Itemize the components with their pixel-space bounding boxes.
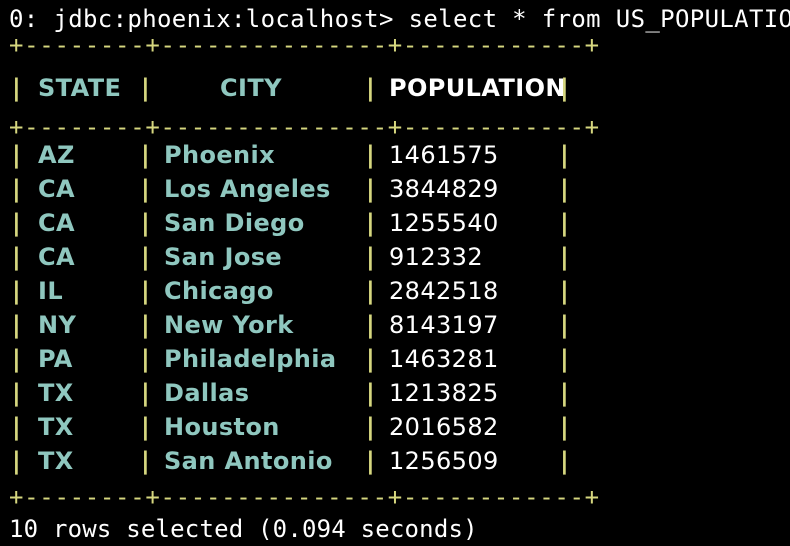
- table-row: | PA | Philadelphia | 1463281 |: [0, 342, 790, 376]
- population-cell: 1255540: [389, 209, 499, 237]
- table-bottom-border: +--------+---------------+------------+: [9, 483, 600, 511]
- column-separator: |: [12, 243, 21, 271]
- state-cell: CA: [38, 243, 75, 271]
- column-separator: |: [560, 141, 569, 169]
- table-row: | TX | San Antonio | 1256509 |: [0, 444, 790, 478]
- column-separator: |: [12, 311, 21, 339]
- column-separator: |: [12, 379, 21, 407]
- column-separator: |: [366, 413, 375, 441]
- population-cell: 1463281: [389, 345, 499, 373]
- column-separator: |: [560, 175, 569, 203]
- city-cell: San Antonio: [164, 447, 333, 475]
- state-cell: TX: [38, 379, 74, 407]
- column-separator: |: [366, 243, 375, 271]
- column-separator: |: [560, 243, 569, 271]
- city-cell: Houston: [164, 413, 280, 441]
- column-separator: |: [12, 277, 21, 305]
- city-cell: Phoenix: [164, 141, 276, 169]
- column-separator: |: [141, 447, 150, 475]
- state-cell: NY: [38, 311, 77, 339]
- table-row: | CA | Los Angeles | 3844829 |: [0, 172, 790, 206]
- city-cell: San Jose: [164, 243, 283, 271]
- state-cell: IL: [38, 277, 64, 305]
- column-separator: |: [560, 209, 569, 237]
- city-cell: New York: [164, 311, 294, 339]
- column-separator: |: [560, 447, 569, 475]
- column-separator: |: [12, 175, 21, 203]
- table-row: | CA | San Jose | 912332 |: [0, 240, 790, 274]
- column-separator: |: [560, 345, 569, 373]
- table-top-border: +--------+---------------+------------+: [9, 31, 600, 59]
- city-cell: Dallas: [164, 379, 250, 407]
- table-row: | TX | Houston | 2016582 |: [0, 410, 790, 444]
- column-separator: |: [366, 141, 375, 169]
- population-cell: 1213825: [389, 379, 499, 407]
- population-cell: 8143197: [389, 311, 499, 339]
- population-cell: 2842518: [389, 277, 499, 305]
- column-separator: |: [560, 413, 569, 441]
- column-separator: |: [12, 345, 21, 373]
- column-separator: |: [366, 447, 375, 475]
- column-separator: |: [141, 311, 150, 339]
- table-header-row: | STATE | CITY | POPULATION |: [0, 71, 790, 105]
- population-cell: 1256509: [389, 447, 499, 475]
- state-cell: TX: [38, 413, 74, 441]
- column-separator: |: [12, 74, 21, 102]
- column-separator: |: [366, 209, 375, 237]
- city-cell: Los Angeles: [164, 175, 331, 203]
- population-cell: 912332: [389, 243, 484, 271]
- column-separator: |: [560, 277, 569, 305]
- column-separator: |: [12, 447, 21, 475]
- column-separator: |: [141, 141, 150, 169]
- state-cell: CA: [38, 175, 75, 203]
- column-separator: |: [141, 345, 150, 373]
- column-header-state: STATE: [38, 74, 122, 102]
- column-separator: |: [560, 74, 569, 102]
- table-row: | CA | San Diego | 1255540 |: [0, 206, 790, 240]
- column-separator: |: [141, 277, 150, 305]
- column-header-city: CITY: [220, 74, 282, 102]
- column-separator: |: [366, 175, 375, 203]
- column-separator: |: [141, 379, 150, 407]
- column-separator: |: [366, 74, 375, 102]
- state-cell: AZ: [38, 141, 75, 169]
- population-cell: 3844829: [389, 175, 499, 203]
- table-row: | AZ | Phoenix | 1461575 |: [0, 138, 790, 172]
- column-separator: |: [12, 209, 21, 237]
- column-separator: |: [366, 277, 375, 305]
- population-cell: 1461575: [389, 141, 499, 169]
- state-cell: TX: [38, 447, 74, 475]
- table-row: | NY | New York | 8143197 |: [0, 308, 790, 342]
- column-separator: |: [12, 141, 21, 169]
- state-cell: PA: [38, 345, 73, 373]
- column-separator: |: [366, 379, 375, 407]
- table-row: | TX | Dallas | 1213825 |: [0, 376, 790, 410]
- column-separator: |: [141, 74, 150, 102]
- column-separator: |: [12, 413, 21, 441]
- column-separator: |: [141, 413, 150, 441]
- column-separator: |: [560, 379, 569, 407]
- column-header-population: POPULATION: [389, 74, 566, 102]
- column-separator: |: [366, 311, 375, 339]
- city-cell: San Diego: [164, 209, 305, 237]
- column-separator: |: [141, 175, 150, 203]
- column-separator: |: [141, 209, 150, 237]
- population-cell: 2016582: [389, 413, 499, 441]
- result-summary: 10 rows selected (0.094 seconds): [9, 515, 478, 543]
- column-separator: |: [366, 345, 375, 373]
- state-cell: CA: [38, 209, 75, 237]
- column-separator: |: [560, 311, 569, 339]
- city-cell: Chicago: [164, 277, 274, 305]
- column-separator: |: [141, 243, 150, 271]
- city-cell: Philadelphia: [164, 345, 337, 373]
- table-row: | IL | Chicago | 2842518 |: [0, 274, 790, 308]
